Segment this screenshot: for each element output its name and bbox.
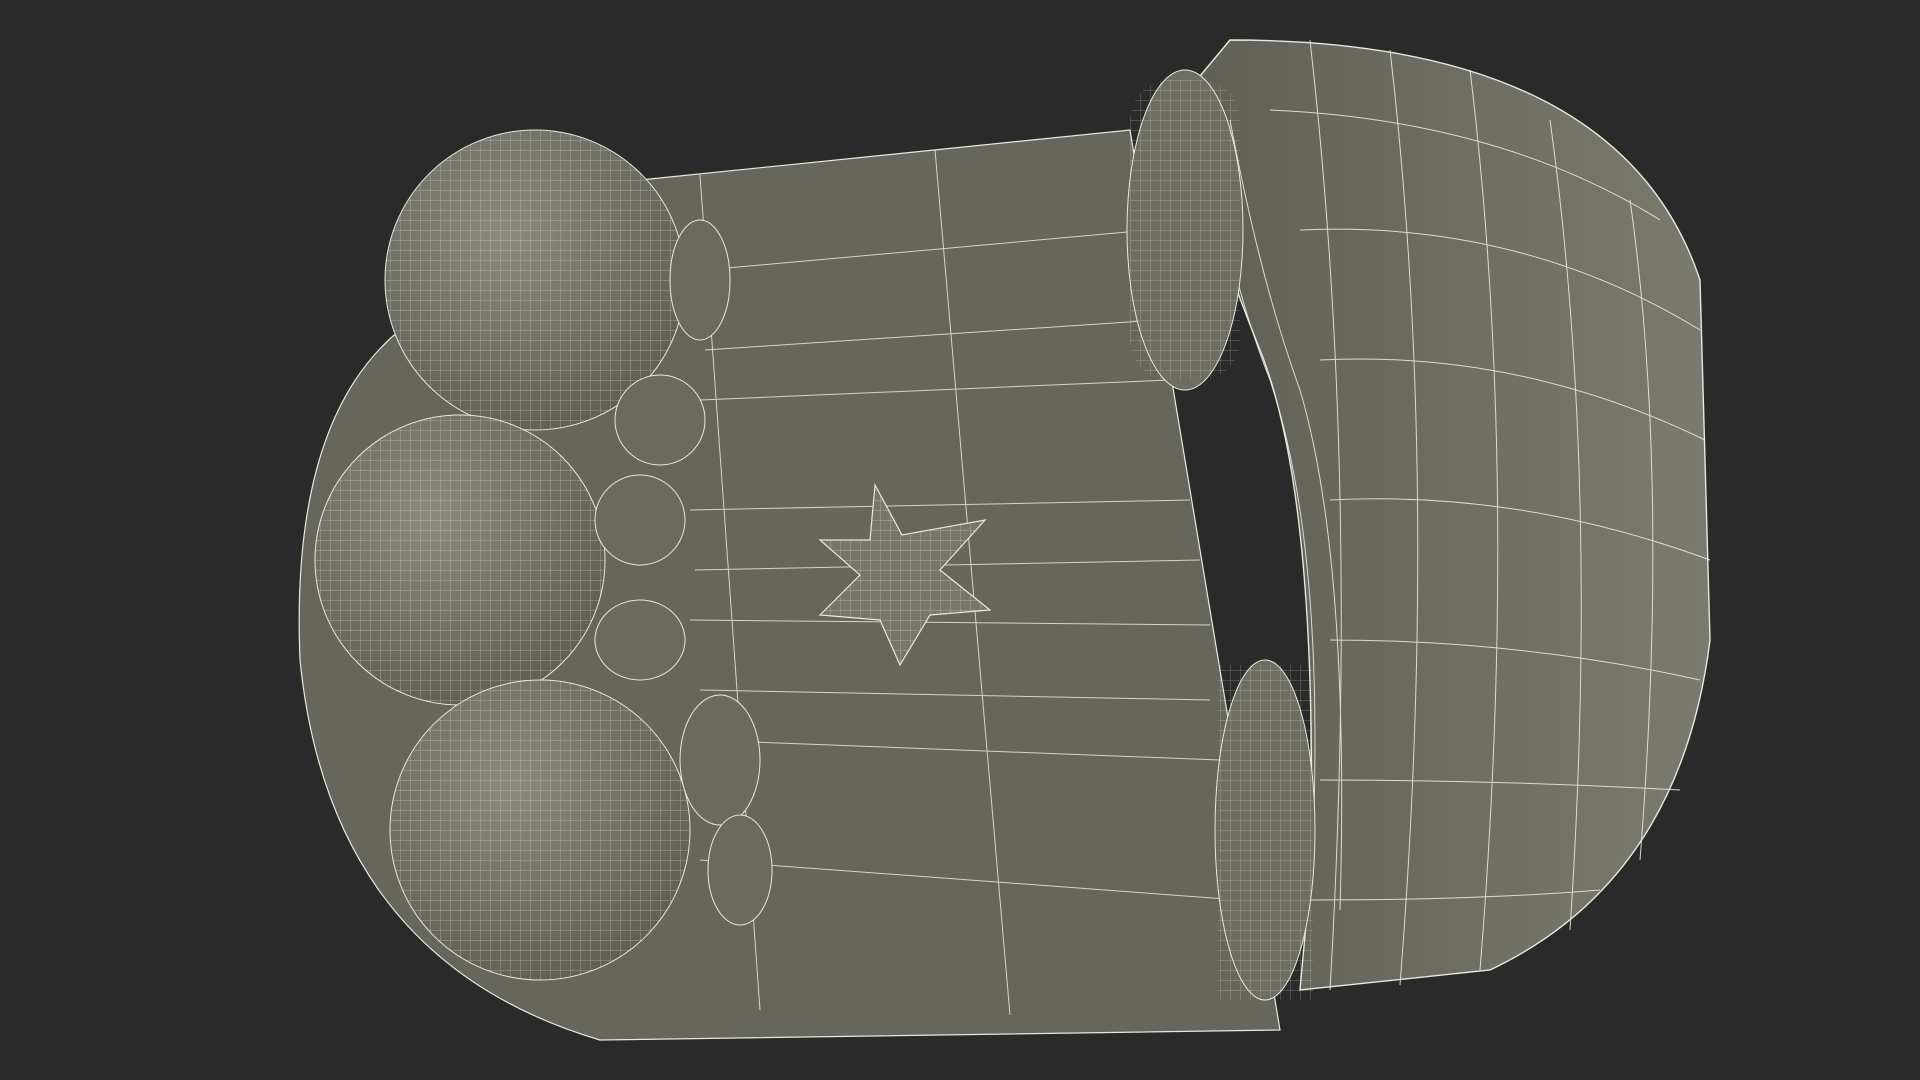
flower-top [1126,69,1244,391]
render-viewport [0,0,1920,1080]
wireframe-render [298,39,1711,1041]
flower-bottom [1214,659,1316,1001]
